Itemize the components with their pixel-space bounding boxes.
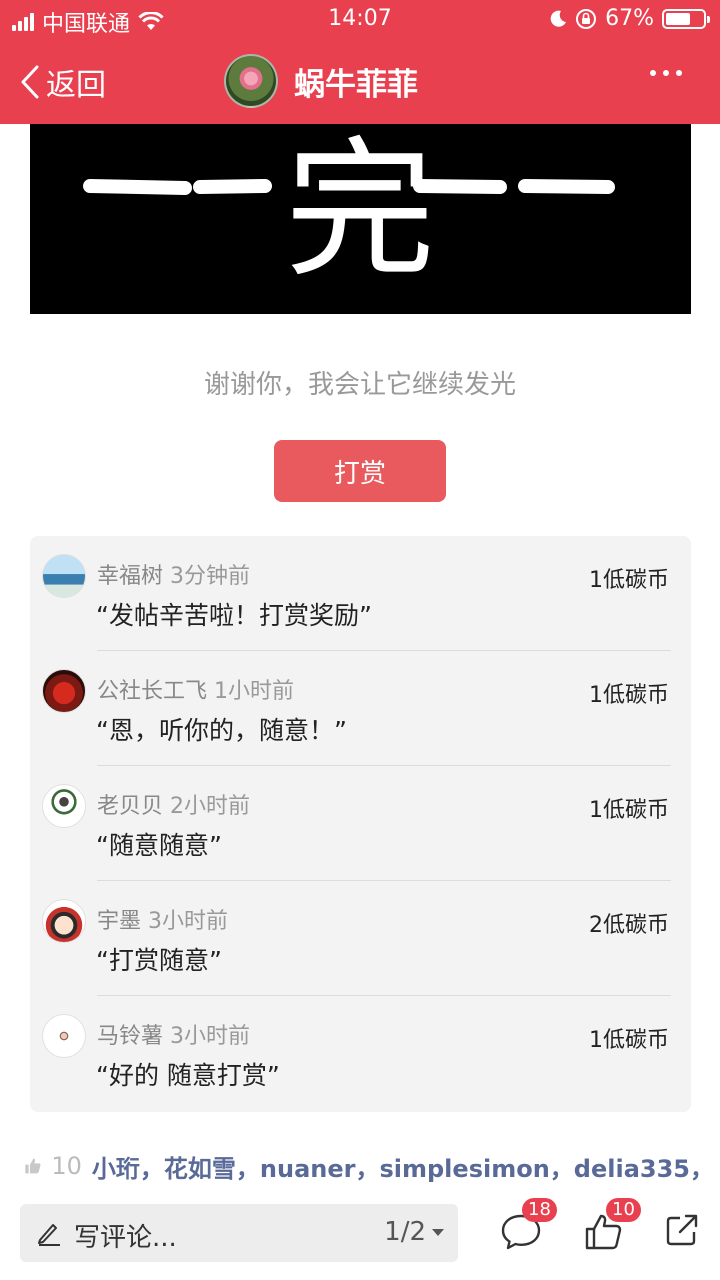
battery-percent: 67%: [605, 6, 654, 31]
moon-icon: [550, 10, 567, 27]
pen-icon: [38, 1224, 60, 1246]
author-info[interactable]: 蜗牛菲菲: [224, 54, 418, 108]
reward-comment: “恩，听你的，随意！”: [96, 716, 347, 745]
user-avatar[interactable]: [42, 1014, 86, 1058]
page-selector[interactable]: 1/2: [384, 1217, 444, 1247]
page-indicator: 1/2: [384, 1217, 426, 1247]
reward-row: 幸福树 3分钟前 “发帖辛苦啦！打赏奖励” 1低碳币: [30, 536, 691, 651]
reward-time: 3小时前: [148, 909, 229, 934]
comment-input[interactable]: 写评论... 1/2: [20, 1204, 458, 1262]
like-button[interactable]: 10: [584, 1198, 641, 1256]
likes-line: 10 小珩，花如雪，nuaner，simplesimon，delia335，: [24, 1148, 714, 1184]
caret-down-icon: [432, 1228, 444, 1236]
status-bar: 中国联通 14:07 67%: [0, 0, 720, 40]
reward-comment: “随意随意”: [96, 831, 222, 860]
author-avatar[interactable]: [224, 54, 278, 108]
reward-time: 2小时前: [170, 794, 251, 819]
status-right: 67%: [549, 6, 710, 31]
comment-count-badge: 18: [522, 1198, 557, 1222]
chevron-left-icon: [21, 65, 39, 99]
end-image-graphic: 完: [83, 124, 615, 298]
user-avatar[interactable]: [42, 669, 86, 713]
reward-time: 3小时前: [170, 1024, 251, 1049]
thumbs-up-icon: [25, 1158, 41, 1174]
reward-comment: “好的 随意打赏”: [96, 1061, 280, 1090]
reward-list: 幸福树 3分钟前 “发帖辛苦啦！打赏奖励” 1低碳币 公社长工飞 1小时前 “恩…: [30, 536, 691, 1112]
back-button[interactable]: 返回: [20, 60, 106, 104]
reward-row: 老贝贝 2小时前 “随意随意” 1低碳币: [30, 766, 691, 881]
user-name[interactable]: 老贝贝: [97, 794, 163, 819]
reward-row: 公社长工飞 1小时前 “恩，听你的，随意！” 1低碳币: [30, 651, 691, 766]
reward-time: 1小时前: [214, 679, 295, 704]
end-image-text: 完: [285, 124, 435, 298]
reward-meta: 公社长工飞 1小时前: [97, 673, 294, 705]
user-name[interactable]: 马铃薯: [97, 1024, 163, 1049]
battery-icon: [662, 8, 710, 29]
reward-meta: 幸福树 3分钟前: [97, 558, 250, 590]
liker-names[interactable]: 小珩，花如雪，nuaner，simplesimon，delia335，: [92, 1149, 714, 1184]
reward-amount: 1低碳币: [589, 798, 669, 823]
user-avatar[interactable]: [42, 554, 86, 598]
reward-amount: 1低碳币: [589, 1028, 669, 1053]
user-avatar[interactable]: [42, 784, 86, 828]
share-button[interactable]: [664, 1212, 708, 1256]
bottom-bar: 写评论... 1/2 18 10: [0, 1192, 720, 1280]
more-options-icon[interactable]: [650, 70, 682, 76]
reward-time: 3分钟前: [170, 564, 251, 589]
battery-fill: [666, 12, 691, 25]
comments-button[interactable]: 18: [500, 1198, 557, 1256]
post-detail-screen: 中国联通 14:07 67% 返回 蜗牛菲菲 完 谢谢你，我会让它继续发光 打赏…: [0, 0, 720, 1280]
end-image: 完: [30, 124, 691, 314]
reward-meta: 马铃薯 3小时前: [97, 1018, 250, 1050]
thanks-text: 谢谢你，我会让它继续发光: [203, 370, 516, 400]
reward-amount: 1低碳币: [589, 683, 669, 708]
reward-amount: 2低碳币: [589, 913, 669, 938]
reward-comment: “发帖辛苦啦！打赏奖励”: [96, 601, 372, 630]
user-name[interactable]: 宇墨: [97, 909, 141, 934]
reward-row: 马铃薯 3小时前 “好的 随意打赏” 1低碳币: [30, 996, 691, 1111]
user-name[interactable]: 公社长工飞: [97, 679, 207, 704]
author-name[interactable]: 蜗牛菲菲: [294, 59, 418, 104]
like-count: 10: [51, 1152, 82, 1180]
reward-button[interactable]: 打赏: [274, 440, 446, 502]
reward-meta: 老贝贝 2小时前: [97, 788, 250, 820]
user-name[interactable]: 幸福树: [97, 564, 163, 589]
reward-row: 宇墨 3小时前 “打赏随意” 2低碳币: [30, 881, 691, 996]
user-avatar[interactable]: [42, 899, 86, 943]
share-icon: [666, 1214, 698, 1246]
reward-amount: 1低碳币: [589, 568, 669, 593]
back-label: 返回: [46, 68, 106, 103]
rotation-lock-icon: [576, 8, 597, 29]
reward-comment: “打赏随意”: [96, 946, 222, 975]
comment-placeholder: 写评论...: [74, 1223, 177, 1253]
nav-bar: 返回 蜗牛菲菲: [0, 40, 720, 124]
reward-meta: 宇墨 3小时前: [97, 903, 228, 935]
like-count-badge: 10: [606, 1198, 641, 1222]
